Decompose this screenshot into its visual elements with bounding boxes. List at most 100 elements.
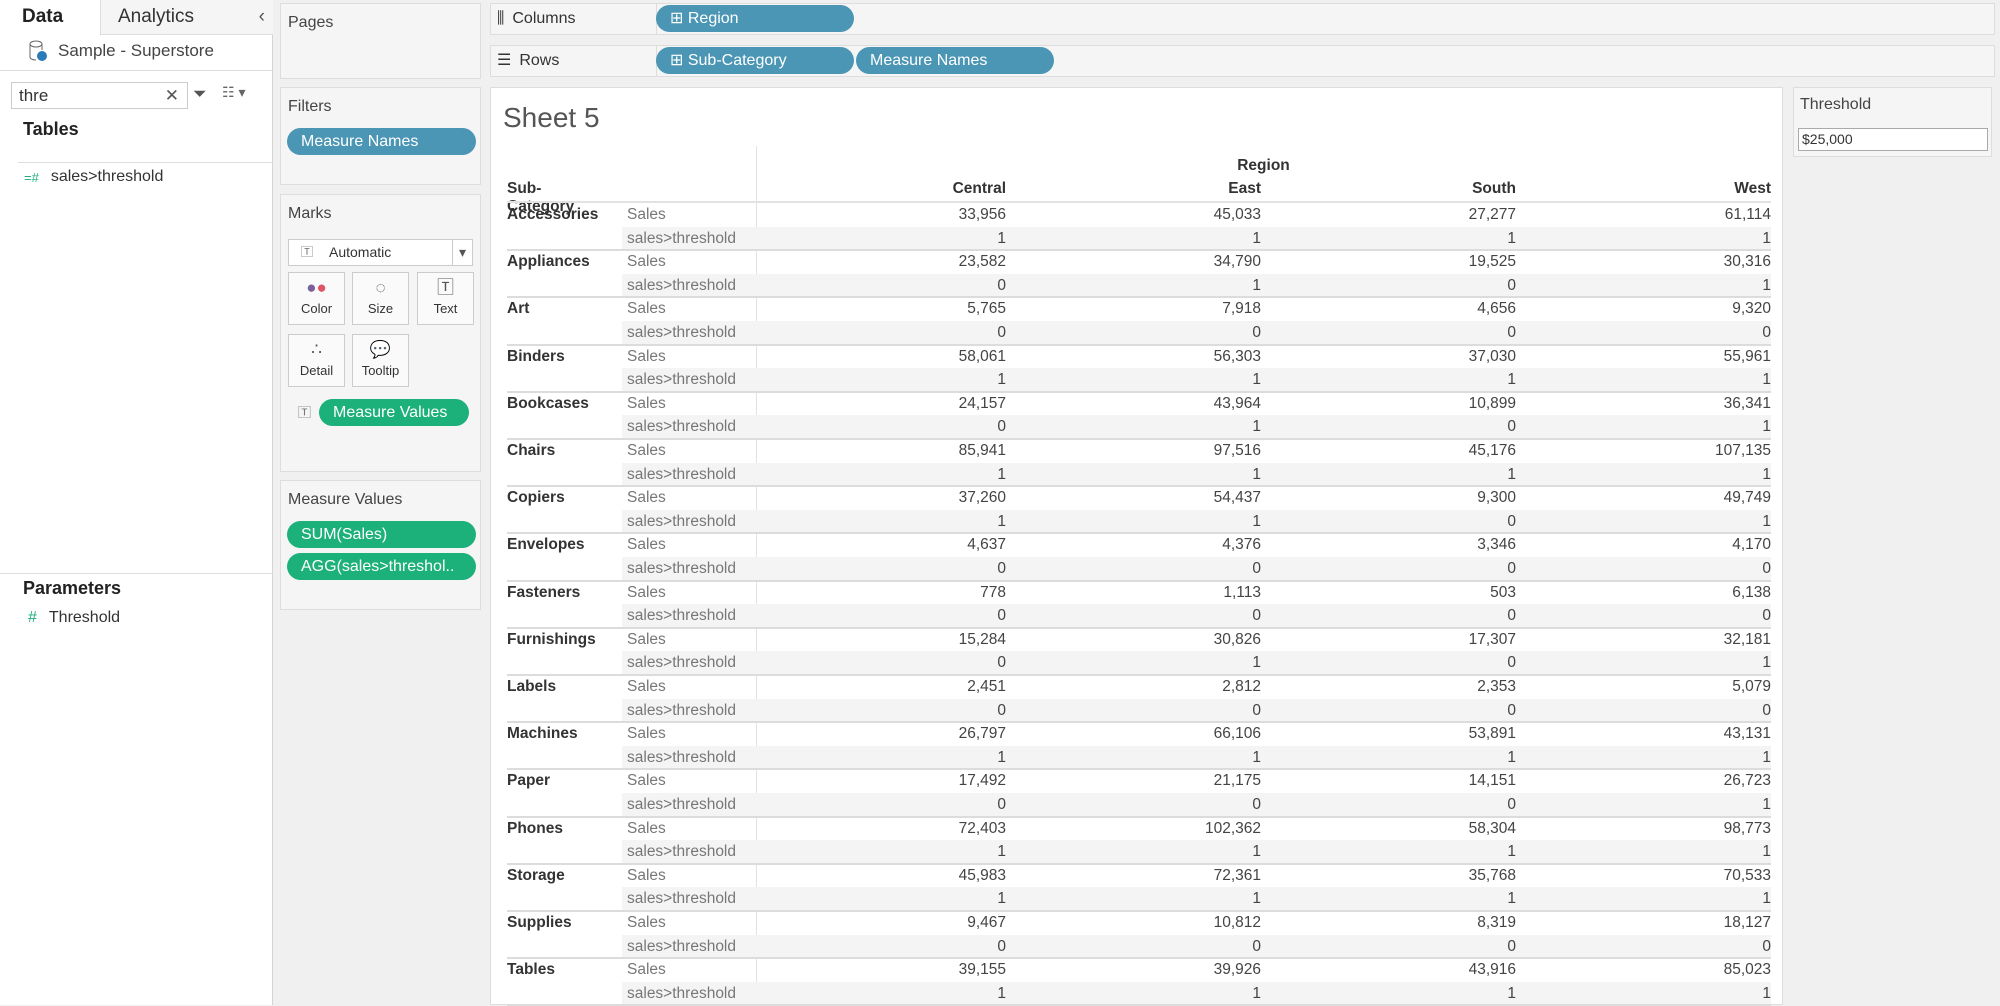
value-cell[interactable]: 1 xyxy=(806,982,1006,1006)
value-cell[interactable]: 58,304 xyxy=(1316,817,1516,841)
value-cell[interactable]: 1 xyxy=(806,840,1006,864)
subcategory-label[interactable]: Chairs xyxy=(507,439,555,463)
value-cell[interactable]: 0 xyxy=(1316,321,1516,345)
value-cell[interactable]: 1 xyxy=(1571,746,1771,770)
columns-pill-region[interactable]: ⊞ Region xyxy=(656,5,854,32)
value-cell[interactable]: 1 xyxy=(1061,510,1261,534)
value-cell[interactable]: 1 xyxy=(1571,651,1771,675)
value-cell[interactable]: 1 xyxy=(806,510,1006,534)
value-cell[interactable]: 0 xyxy=(1316,557,1516,581)
value-cell[interactable]: 17,307 xyxy=(1316,628,1516,652)
subcategory-label[interactable]: Phones xyxy=(507,817,563,841)
tooltip-button[interactable]: 💬 Tooltip xyxy=(352,334,409,387)
value-cell[interactable]: 85,941 xyxy=(806,439,1006,463)
marks-pill-measure-values[interactable]: Measure Values xyxy=(319,399,469,426)
value-cell[interactable]: 0 xyxy=(806,274,1006,298)
subcategory-label[interactable]: Fasteners xyxy=(507,581,580,605)
value-cell[interactable]: 0 xyxy=(1316,651,1516,675)
detail-button[interactable]: ∴ Detail xyxy=(288,334,345,387)
value-cell[interactable]: 56,303 xyxy=(1061,345,1261,369)
value-cell[interactable]: 45,983 xyxy=(806,864,1006,888)
value-cell[interactable]: 9,320 xyxy=(1571,297,1771,321)
pill-sum-sales[interactable]: SUM(Sales) xyxy=(287,521,476,548)
value-cell[interactable]: 1 xyxy=(1571,840,1771,864)
value-cell[interactable]: 0 xyxy=(1316,274,1516,298)
value-cell[interactable]: 0 xyxy=(1316,510,1516,534)
value-cell[interactable]: 4,637 xyxy=(806,533,1006,557)
value-cell[interactable]: 0 xyxy=(1316,415,1516,439)
subcategory-label[interactable]: Appliances xyxy=(507,250,590,274)
subcategory-label[interactable]: Copiers xyxy=(507,486,565,510)
value-cell[interactable]: 2,451 xyxy=(806,675,1006,699)
value-cell[interactable]: 1 xyxy=(1571,274,1771,298)
subcategory-label[interactable]: Labels xyxy=(507,675,556,699)
value-cell[interactable]: 1 xyxy=(806,887,1006,911)
value-cell[interactable]: 1 xyxy=(806,227,1006,251)
value-cell[interactable]: 503 xyxy=(1316,581,1516,605)
value-cell[interactable]: 1 xyxy=(1316,887,1516,911)
value-cell[interactable]: 2,812 xyxy=(1061,675,1261,699)
subcategory-label[interactable]: Envelopes xyxy=(507,533,585,557)
value-cell[interactable]: 1 xyxy=(806,463,1006,487)
value-cell[interactable]: 0 xyxy=(806,935,1006,959)
value-cell[interactable]: 39,926 xyxy=(1061,958,1261,982)
value-cell[interactable]: 3,346 xyxy=(1316,533,1516,557)
subcategory-label[interactable]: Binders xyxy=(507,345,565,369)
value-cell[interactable]: 0 xyxy=(806,651,1006,675)
subcategory-label[interactable]: Tables xyxy=(507,958,555,982)
value-cell[interactable]: 0 xyxy=(1571,321,1771,345)
value-cell[interactable]: 10,812 xyxy=(1061,911,1261,935)
value-cell[interactable]: 1 xyxy=(1061,274,1261,298)
color-button[interactable]: ●● Color xyxy=(288,272,345,325)
subcategory-label[interactable]: Machines xyxy=(507,722,578,746)
value-cell[interactable]: 1 xyxy=(1316,227,1516,251)
value-cell[interactable]: 85,023 xyxy=(1571,958,1771,982)
value-cell[interactable]: 1 xyxy=(1061,415,1261,439)
value-cell[interactable]: 45,176 xyxy=(1316,439,1516,463)
value-cell[interactable]: 1 xyxy=(1571,227,1771,251)
subcategory-label[interactable]: Storage xyxy=(507,864,565,888)
filter-pill-measure-names[interactable]: Measure Names xyxy=(287,128,476,155)
value-cell[interactable]: 9,467 xyxy=(806,911,1006,935)
value-cell[interactable]: 21,175 xyxy=(1061,769,1261,793)
value-cell[interactable]: 0 xyxy=(806,699,1006,723)
value-cell[interactable]: 24,157 xyxy=(806,392,1006,416)
value-cell[interactable]: 1 xyxy=(1571,368,1771,392)
tab-data[interactable]: Data xyxy=(0,0,100,35)
value-cell[interactable]: 5,079 xyxy=(1571,675,1771,699)
value-cell[interactable]: 18,127 xyxy=(1571,911,1771,935)
value-cell[interactable]: 1 xyxy=(1571,463,1771,487)
value-cell[interactable]: 35,768 xyxy=(1316,864,1516,888)
value-cell[interactable]: 0 xyxy=(1316,604,1516,628)
value-cell[interactable]: 45,033 xyxy=(1061,203,1261,227)
value-cell[interactable]: 0 xyxy=(1571,604,1771,628)
value-cell[interactable]: 7,918 xyxy=(1061,297,1261,321)
column-header-east[interactable]: East xyxy=(1061,180,1261,198)
field-sales-threshold[interactable]: =# sales>threshold xyxy=(24,168,163,186)
value-cell[interactable]: 1 xyxy=(1061,463,1261,487)
value-cell[interactable]: 1 xyxy=(1571,887,1771,911)
value-cell[interactable]: 1 xyxy=(806,746,1006,770)
value-cell[interactable]: 1 xyxy=(1571,510,1771,534)
value-cell[interactable]: 32,181 xyxy=(1571,628,1771,652)
value-cell[interactable]: 53,891 xyxy=(1316,722,1516,746)
value-cell[interactable]: 9,300 xyxy=(1316,486,1516,510)
value-cell[interactable]: 61,114 xyxy=(1571,203,1771,227)
datasource-item[interactable]: Sample - Superstore xyxy=(28,40,214,62)
value-cell[interactable]: 0 xyxy=(1061,935,1261,959)
value-cell[interactable]: 30,826 xyxy=(1061,628,1261,652)
value-cell[interactable]: 2,353 xyxy=(1316,675,1516,699)
value-cell[interactable]: 97,516 xyxy=(1061,439,1261,463)
text-button[interactable]: 🅃 Text xyxy=(417,272,474,325)
value-cell[interactable]: 43,131 xyxy=(1571,722,1771,746)
pill-agg-sales-threshold[interactable]: AGG(sales>threshol.. xyxy=(287,553,476,580)
value-cell[interactable]: 1,113 xyxy=(1061,581,1261,605)
value-cell[interactable]: 37,260 xyxy=(806,486,1006,510)
value-cell[interactable]: 43,964 xyxy=(1061,392,1261,416)
value-cell[interactable]: 1 xyxy=(1061,887,1261,911)
value-cell[interactable]: 37,030 xyxy=(1316,345,1516,369)
value-cell[interactable]: 70,533 xyxy=(1571,864,1771,888)
value-cell[interactable]: 1 xyxy=(1061,746,1261,770)
size-button[interactable]: ◌ Size xyxy=(352,272,409,325)
value-cell[interactable]: 0 xyxy=(806,793,1006,817)
